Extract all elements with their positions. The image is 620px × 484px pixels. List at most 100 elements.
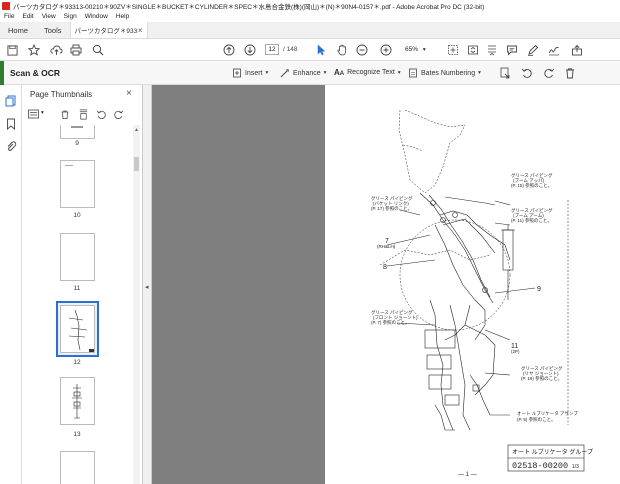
extract-pages-icon[interactable] (498, 66, 512, 80)
thumbnail-scrollbar[interactable]: ▲ (133, 125, 140, 484)
callout-auto-lubricator-2: (P. 5) 参照のこと。 (517, 416, 556, 423)
title-block-sheet: 1/3 (572, 464, 579, 470)
callout-grease-top-right-3: (P. 15) 参照のこと。 (511, 182, 552, 189)
insert-chevron-down-icon: ▾ (265, 70, 269, 76)
tab-tools[interactable]: Tools (36, 22, 70, 38)
zoom-in-icon[interactable] (379, 43, 393, 57)
scrollbar-thumb[interactable] (134, 157, 139, 171)
menu-window[interactable]: Window (85, 13, 108, 20)
page-up-icon[interactable] (222, 43, 236, 57)
zoom-select[interactable]: 65% ▾ (401, 44, 431, 55)
highlight-pen-icon[interactable] (526, 43, 540, 57)
thumbnail-drawing-preview (68, 309, 94, 352)
options-chevron-down-icon[interactable]: ▾ (41, 110, 44, 116)
hand-tool-icon[interactable] (335, 43, 349, 57)
lubrication-diagram: グリース パイピング (ブーム アッパ) (P. 15) 参照のこと。 グリース… (371, 109, 593, 478)
menu-sign[interactable]: Sign (64, 13, 77, 20)
menu-view[interactable]: View (42, 13, 56, 20)
bookmarks-icon[interactable] (6, 118, 16, 132)
marquee-zoom-icon[interactable] (446, 43, 460, 57)
menu-bar: File Edit View Sign Window Help (0, 11, 620, 22)
bates-chevron-down-icon: ▾ (478, 70, 481, 76)
thumbnail-tools: ▾ (26, 108, 138, 122)
document-view[interactable]: グリース パイピング (ブーム アッパ) (P. 15) 参照のこと。 グリース… (152, 85, 620, 484)
callout-auto-lubricator-1: オート ルブリケータ アサンブ (517, 410, 578, 417)
bates-page-icon (409, 68, 417, 78)
panel-rotate-left-icon[interactable] (96, 109, 107, 122)
print-icon[interactable] (69, 43, 83, 57)
bookmark-star-icon[interactable] (27, 43, 41, 57)
thumbnail-label: 13 (73, 431, 81, 438)
title-block-number: 02518-00200 (512, 461, 568, 471)
tab-document[interactable]: パーツカタログ＊93313-... × (69, 22, 148, 38)
thumbnail-page-13[interactable] (60, 377, 95, 425)
title-bar: パーツカタログ＊93313-00210＊90ZV＊SINGLE＊BUCKET＊C… (0, 0, 620, 11)
page-thumbnails-icon[interactable] (5, 95, 17, 109)
fit-page-icon[interactable] (466, 43, 480, 57)
recognize-chevron-down-icon: ▾ (397, 69, 401, 76)
scroll-mode-icon[interactable] (485, 43, 499, 57)
chevron-down-icon: ▾ (422, 47, 426, 53)
text-recognition-icon: AA (334, 68, 345, 77)
zoom-out-icon[interactable] (355, 43, 369, 57)
page-down-icon[interactable] (243, 43, 257, 57)
thumbnail-options-icon[interactable] (28, 109, 39, 121)
callout-grease-lower-left-3: (P. 7) 参照のこと。 (371, 319, 410, 326)
page-total: / 148 (283, 46, 298, 53)
menu-file[interactable]: File (4, 13, 14, 20)
sign-icon[interactable] (547, 43, 561, 57)
thumbnail-page-14[interactable] (60, 451, 95, 484)
share-icon[interactable] (570, 43, 584, 57)
tab-close-icon[interactable]: × (138, 26, 143, 35)
select-cursor-icon[interactable] (314, 43, 328, 57)
rotate-right-icon[interactable] (542, 66, 556, 80)
bates-numbering-button[interactable]: Bates Numbering ▾ (408, 68, 481, 78)
callout-number-9: 9 (537, 286, 541, 293)
rotate-left-icon[interactable] (520, 66, 534, 80)
callout-grease-lower-right-3: (P. 19) 参照のこと。 (521, 375, 562, 382)
pdf-page: グリース パイピング (ブーム アッパ) (P. 15) 参照のこと。 グリース… (325, 85, 620, 484)
tab-bar: Home Tools パーツカタログ＊93313-... × (0, 22, 620, 39)
main-toolbar (0, 39, 620, 61)
delete-trash-icon[interactable] (563, 66, 577, 80)
panel-splitter[interactable]: ◂ (142, 85, 152, 484)
insert-pages-icon[interactable] (78, 109, 89, 122)
thumbnail-page-9[interactable] (60, 125, 95, 139)
enhance-wand-icon (280, 69, 289, 78)
scan-ocr-title: Scan & OCR (10, 68, 61, 78)
insert-button[interactable]: Insert ▾ (232, 68, 268, 78)
tab-home[interactable]: Home (0, 22, 36, 38)
comment-icon[interactable] (505, 43, 519, 57)
recognize-text-button[interactable]: AA Recognize Text ▾ (334, 68, 401, 77)
cloud-upload-icon[interactable] (49, 43, 63, 57)
save-icon[interactable] (5, 43, 19, 57)
recognize-text-label: Recognize Text (347, 69, 395, 76)
enhance-button[interactable]: Enhance ▾ (280, 68, 326, 78)
thumbnail-label: 12 (73, 359, 81, 366)
panel-close-icon[interactable]: × (126, 88, 132, 99)
insert-label: Insert (245, 69, 263, 77)
thumbnail-label: 11 (73, 285, 81, 292)
scan-accent-bar (0, 61, 4, 85)
title-block-name: オート ルブリケータ グループ (512, 448, 593, 456)
thumbnail-list: 9 10 11 12 13 (22, 125, 135, 484)
panel-rotate-right-icon[interactable] (113, 109, 124, 122)
collapse-panel-icon[interactable]: ◂ (145, 283, 149, 291)
window-title: パーツカタログ＊93313-00210＊90ZV＊SINGLE＊BUCKET＊C… (13, 3, 485, 11)
attachments-paperclip-icon[interactable] (5, 140, 17, 154)
menu-edit[interactable]: Edit (22, 13, 33, 20)
page-number-input[interactable]: 12 (265, 44, 279, 55)
zoom-value: 65% (405, 46, 419, 53)
thumbnail-page-10[interactable] (60, 160, 95, 208)
menu-help[interactable]: Help (116, 13, 129, 20)
thumbnail-label: 10 (73, 212, 81, 219)
scroll-up-arrow-icon[interactable]: ▲ (134, 127, 139, 133)
callout-number-8: 8 (383, 264, 387, 271)
callout-number-7-sub: (RH&LH) (377, 244, 396, 249)
scan-ocr-toolbar: Scan & OCR Insert ▾ Enhance ▾ AA Recogni… (0, 61, 620, 85)
tab-document-label: パーツカタログ＊93313-... (74, 28, 138, 35)
search-icon[interactable] (91, 43, 105, 57)
delete-page-icon[interactable] (60, 109, 70, 122)
thumbnail-page-12-selected[interactable] (56, 301, 99, 357)
thumbnail-page-11[interactable] (60, 233, 95, 281)
